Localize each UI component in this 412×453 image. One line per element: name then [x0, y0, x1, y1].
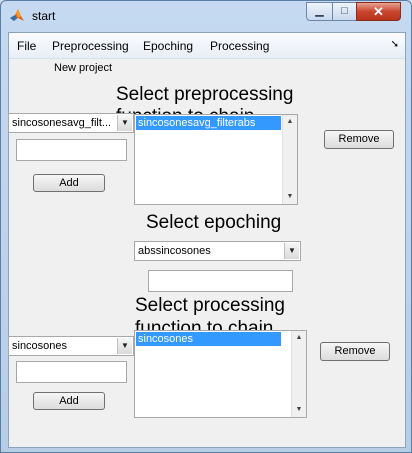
processing-heading-clip: Select processing function to chain: [119, 294, 319, 330]
maximize-button[interactable]: □: [332, 2, 357, 21]
preprocessing-heading-line2: function to chain: [116, 106, 254, 114]
scroll-down-icon[interactable]: ▼: [292, 403, 306, 417]
scroll-up-icon[interactable]: ▲: [283, 115, 297, 129]
preprocessing-heading-clip: Select preprocessing function to chain: [99, 84, 319, 114]
preprocessing-add-button[interactable]: Add: [33, 174, 105, 192]
menu-processing[interactable]: Processing: [210, 39, 269, 53]
close-button[interactable]: ✕: [356, 2, 401, 21]
preprocessing-chain-listbox[interactable]: sincosonesavg_filterabs ▲ ▼: [134, 114, 298, 205]
scroll-up-icon[interactable]: ▲: [292, 331, 306, 345]
app-window: start ▁ □ ✕ File Preprocessing Epoching …: [0, 0, 412, 453]
processing-heading-line2: function to chain: [135, 318, 274, 330]
matlab-logo-icon: [10, 9, 24, 21]
preprocessing-function-select[interactable]: sincosonesavg_filt... ▼: [8, 113, 134, 133]
chevron-down-icon[interactable]: ▼: [117, 338, 132, 354]
list-item[interactable]: sincosones: [136, 332, 281, 346]
menu-epoching[interactable]: Epoching: [143, 39, 193, 53]
preprocessing-list-scrollbar[interactable]: ▲ ▼: [282, 115, 297, 204]
processing-list-scrollbar[interactable]: ▲ ▼: [291, 331, 306, 417]
preprocessing-select-value: sincosonesavg_filt...: [12, 117, 112, 129]
processing-select-value: sincosones: [12, 340, 68, 352]
menu-preprocessing[interactable]: Preprocessing: [52, 39, 129, 53]
epoching-heading: Select epoching: [146, 212, 282, 233]
new-project-label[interactable]: New project: [54, 62, 112, 74]
list-item[interactable]: sincosonesavg_filterabs: [136, 116, 281, 130]
epoching-select-value: abssincosones: [138, 245, 211, 257]
preprocessing-remove-button[interactable]: Remove: [324, 130, 394, 149]
window-title: start: [32, 9, 56, 23]
minimize-button[interactable]: ▁: [306, 2, 333, 21]
menu-bar: File Preprocessing Epoching Processing ➘: [9, 33, 405, 59]
processing-remove-button[interactable]: Remove: [320, 342, 390, 361]
chevron-down-icon[interactable]: ▼: [284, 243, 299, 259]
epoching-param-input[interactable]: [148, 270, 293, 292]
processing-add-button[interactable]: Add: [33, 392, 105, 410]
epoching-function-select[interactable]: abssincosones ▼: [134, 241, 301, 261]
title-bar[interactable]: start ▁ □ ✕: [1, 1, 411, 31]
processing-heading: Select processing: [135, 295, 285, 316]
menu-file[interactable]: File: [17, 39, 36, 53]
menu-overflow-icon[interactable]: ➘: [391, 39, 399, 50]
chevron-down-icon[interactable]: ▼: [117, 115, 132, 131]
processing-chain-listbox[interactable]: sincosones ▲ ▼: [134, 330, 307, 418]
scroll-down-icon[interactable]: ▼: [283, 190, 297, 204]
processing-param-input[interactable]: [16, 361, 127, 383]
figure-client-area: File Preprocessing Epoching Processing ➘…: [8, 32, 406, 448]
preprocessing-param-input[interactable]: [16, 139, 127, 161]
processing-function-select[interactable]: sincosones ▼: [8, 336, 134, 356]
preprocessing-heading: Select preprocessing: [116, 84, 294, 105]
